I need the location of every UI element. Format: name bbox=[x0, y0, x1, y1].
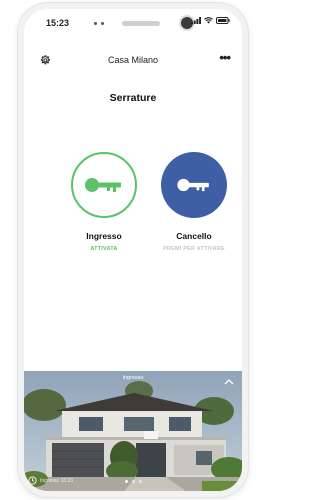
house-camera-image bbox=[24, 371, 242, 491]
camera-feed[interactable]: Ingresso Ingresso 15:23 bbox=[24, 371, 242, 491]
phone-frame: 15:23 Casa Milano ••• Serrature Ingresso… bbox=[18, 3, 248, 497]
lock-button-cancello[interactable] bbox=[161, 152, 227, 218]
app-screen: 15:23 Casa Milano ••• Serrature Ingresso… bbox=[24, 9, 242, 491]
expand-button[interactable] bbox=[224, 373, 234, 391]
page-dot[interactable] bbox=[124, 480, 128, 483]
lock-state: ATTIVATA bbox=[90, 246, 118, 252]
lock-cancello[interactable]: Cancello PREMI PER ATTIVARE bbox=[154, 152, 234, 252]
signal-icon bbox=[191, 17, 201, 24]
home-title: Casa Milano bbox=[107, 55, 159, 65]
key-icon bbox=[177, 178, 209, 192]
more-options-button[interactable]: ••• bbox=[219, 50, 231, 65]
lock-name: Ingresso bbox=[86, 231, 122, 241]
app-header: Casa Milano ••• bbox=[24, 50, 242, 73]
speaker-grille bbox=[122, 21, 160, 26]
camera-pagination[interactable] bbox=[24, 480, 242, 483]
notch-sensors bbox=[94, 22, 104, 25]
battery-icon bbox=[216, 17, 230, 24]
lock-state: PREMI PER ATTIVARE bbox=[163, 246, 225, 252]
lock-button-ingresso[interactable] bbox=[71, 152, 137, 218]
camera-label: Ingresso bbox=[122, 375, 144, 381]
status-bar: 15:23 bbox=[24, 9, 242, 37]
lock-ingresso[interactable]: Ingresso ATTIVATA bbox=[64, 152, 144, 252]
wifi-icon bbox=[204, 17, 213, 24]
key-icon bbox=[85, 178, 121, 192]
status-time: 15:23 bbox=[46, 18, 70, 28]
page-dot[interactable] bbox=[138, 480, 142, 483]
chevron-up-icon bbox=[224, 379, 234, 385]
lock-name: Cancello bbox=[176, 231, 212, 241]
page-dot[interactable] bbox=[131, 480, 135, 483]
status-icons bbox=[191, 17, 230, 24]
section-title: Serrature bbox=[109, 92, 157, 104]
